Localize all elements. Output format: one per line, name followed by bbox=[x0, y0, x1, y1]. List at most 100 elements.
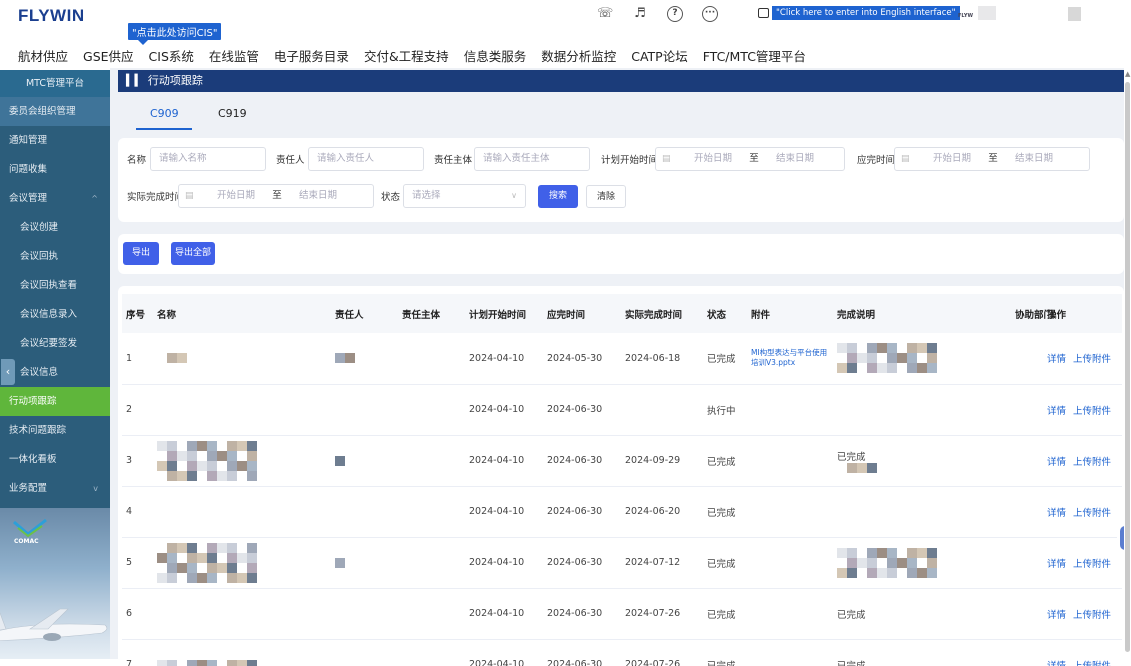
sidebar-item-meeting-info[interactable]: 会议信息 bbox=[0, 358, 110, 387]
upload-attachment-link[interactable]: 上传附件 bbox=[1073, 661, 1111, 666]
row-assist-dept bbox=[1011, 639, 1043, 666]
cis-tooltip[interactable]: "点击此处访问CIS" bbox=[128, 23, 221, 40]
sidebar-item-meeting-receipt[interactable]: 会议回执 bbox=[0, 242, 110, 271]
nav-item-online-supervision[interactable]: 在线监管 bbox=[209, 46, 259, 65]
row-no: 6 bbox=[122, 588, 153, 639]
entity-input[interactable]: 请输入责任主体 bbox=[474, 147, 590, 171]
upload-attachment-link[interactable]: 上传附件 bbox=[1073, 559, 1111, 570]
sidebar-item-meeting-create[interactable]: 会议创建 bbox=[0, 213, 110, 242]
upload-attachment-link[interactable]: 上传附件 bbox=[1073, 457, 1111, 468]
row-due: 2024-05-30 bbox=[543, 333, 621, 384]
sidebar-item-notices[interactable]: 通知管理 bbox=[0, 126, 110, 155]
sidebar-item-meetings[interactable]: 会议管理^ bbox=[0, 184, 110, 213]
sidebar-item-dashboard[interactable]: 一体化看板 bbox=[0, 445, 110, 474]
clear-button[interactable]: 清除 bbox=[586, 185, 626, 208]
english-interface-button[interactable]: "Click here to enter into English interf… bbox=[772, 6, 960, 20]
sidebar-item-committee[interactable]: 委员会组织管理 bbox=[0, 97, 110, 126]
avatar[interactable] bbox=[1068, 7, 1081, 21]
nav-item-info-services[interactable]: 信息类服务 bbox=[464, 46, 527, 65]
upload-attachment-link[interactable]: 上传附件 bbox=[1073, 406, 1111, 417]
table-row: 22024-04-102024-06-30执行中详情上传附件 bbox=[122, 384, 1122, 435]
sidebar-item-receipt-view[interactable]: 会议回执查看 bbox=[0, 271, 110, 300]
blurred-content bbox=[157, 543, 331, 583]
row-attachment[interactable] bbox=[747, 639, 833, 666]
row-entity bbox=[398, 537, 465, 588]
col-header-name: 名称 bbox=[153, 294, 331, 333]
english-switch[interactable]: "Click here to enter into English interf… bbox=[758, 6, 960, 20]
row-actions: 详情上传附件 bbox=[1043, 333, 1122, 384]
row-attachment[interactable] bbox=[747, 435, 833, 486]
comac-banner-image: COMAC bbox=[0, 508, 110, 659]
nav-item-ftc-mtc[interactable]: FTC/MTC管理平台 bbox=[703, 46, 806, 65]
row-assist-dept bbox=[1011, 333, 1043, 384]
sidebar-collapse-button[interactable]: ‹ bbox=[1, 359, 15, 385]
actual-complete-range[interactable]: ▤ 开始日期 至 结束日期 bbox=[178, 184, 374, 208]
plan-start-range[interactable]: ▤ 开始日期 至 结束日期 bbox=[655, 147, 845, 171]
row-attachment[interactable] bbox=[747, 537, 833, 588]
due-range[interactable]: ▤ 开始日期 至 结束日期 bbox=[894, 147, 1090, 171]
nav-item-gse[interactable]: GSE供应 bbox=[83, 46, 134, 65]
sidebar-item-issues[interactable]: 问题收集 bbox=[0, 155, 110, 184]
sidebar-item-minutes-sign[interactable]: 会议纪要签发 bbox=[0, 329, 110, 358]
detail-link[interactable]: 详情 bbox=[1047, 354, 1066, 365]
name-input[interactable]: 请输入名称 bbox=[150, 147, 266, 171]
detail-link[interactable]: 详情 bbox=[1047, 661, 1066, 666]
row-attachment[interactable]: MI构型表达与平台使用培训V3.pptx bbox=[747, 333, 833, 384]
sidebar-item-config[interactable]: 业务配置v bbox=[0, 474, 110, 503]
row-name bbox=[153, 435, 331, 486]
header-icons: ☏ ♬ ? ··· bbox=[597, 6, 737, 22]
bell-icon[interactable]: ♬ bbox=[632, 6, 648, 22]
tab-c919[interactable]: C919 bbox=[218, 107, 247, 120]
sidebar-item-label: 会议信息 bbox=[20, 367, 58, 378]
export-all-button[interactable]: 导出全部 bbox=[171, 242, 215, 265]
scrollbar-thumb[interactable] bbox=[1125, 82, 1130, 652]
row-no: 2 bbox=[122, 384, 153, 435]
detail-link[interactable]: 详情 bbox=[1047, 508, 1066, 519]
nav-item-eservice-catalog[interactable]: 电子服务目录 bbox=[274, 46, 349, 65]
flywin-logo[interactable]: FLYWIN bbox=[18, 6, 85, 26]
upload-attachment-link[interactable]: 上传附件 bbox=[1073, 354, 1111, 365]
note-text: 已完成 bbox=[837, 661, 866, 666]
row-note bbox=[833, 384, 1011, 435]
row-owner bbox=[331, 588, 398, 639]
sidebar: MTC管理平台 委员会组织管理 通知管理 问题收集 会议管理^ 会议创建 会议回… bbox=[0, 70, 110, 659]
row-assist-dept bbox=[1011, 588, 1043, 639]
nav-item-cis[interactable]: CIS系统 bbox=[149, 46, 194, 65]
nav-item-materials[interactable]: 航材供应 bbox=[18, 46, 68, 65]
help-icon[interactable]: ? bbox=[667, 6, 683, 22]
nav-item-data-analytics[interactable]: 数据分析监控 bbox=[541, 46, 616, 65]
upload-attachment-link[interactable]: 上传附件 bbox=[1073, 508, 1111, 519]
detail-link[interactable]: 详情 bbox=[1047, 559, 1066, 570]
phone-icon[interactable]: ☏ bbox=[597, 6, 613, 22]
tab-c909[interactable]: C909 bbox=[150, 107, 179, 120]
page-scrollbar[interactable]: ▲ bbox=[1124, 68, 1131, 659]
row-attachment[interactable] bbox=[747, 486, 833, 537]
detail-link[interactable]: 详情 bbox=[1047, 457, 1066, 468]
row-attachment[interactable] bbox=[747, 588, 833, 639]
scroll-up-icon[interactable]: ▲ bbox=[1125, 70, 1130, 78]
attachment-link[interactable]: MI构型表达与平台使用培训V3.pptx bbox=[751, 348, 827, 367]
nav-item-delivery-engineering[interactable]: 交付&工程支持 bbox=[364, 46, 449, 65]
detail-link[interactable]: 详情 bbox=[1047, 610, 1066, 621]
status-select[interactable]: 请选择 ∨ bbox=[403, 184, 526, 208]
aircraft-icon bbox=[0, 603, 110, 648]
row-entity bbox=[398, 333, 465, 384]
row-note bbox=[833, 537, 1011, 588]
sidebar-item-action-tracking[interactable]: 行动项跟踪 bbox=[0, 387, 110, 416]
sidebar-item-tech-issues[interactable]: 技术问题跟踪 bbox=[0, 416, 110, 445]
search-button[interactable]: 搜索 bbox=[538, 185, 578, 208]
user-info[interactable]: FLYW bbox=[958, 4, 1008, 24]
row-name bbox=[153, 537, 331, 588]
upload-attachment-link[interactable]: 上传附件 bbox=[1073, 610, 1111, 621]
row-actions: 详情上传附件 bbox=[1043, 384, 1122, 435]
row-status: 已完成 bbox=[703, 537, 747, 588]
chat-icon[interactable]: ··· bbox=[702, 6, 718, 22]
sidebar-item-meeting-entry[interactable]: 会议信息录入 bbox=[0, 300, 110, 329]
row-attachment[interactable] bbox=[747, 384, 833, 435]
nav-item-catp-forum[interactable]: CATP论坛 bbox=[631, 46, 687, 65]
table-row: 52024-04-102024-06-302024-07-12已完成详情上传附件 bbox=[122, 537, 1122, 588]
owner-input[interactable]: 请输入责任人 bbox=[308, 147, 424, 171]
col-header-no: 序号 bbox=[122, 294, 153, 333]
detail-link[interactable]: 详情 bbox=[1047, 406, 1066, 417]
export-button[interactable]: 导出 bbox=[123, 242, 159, 265]
